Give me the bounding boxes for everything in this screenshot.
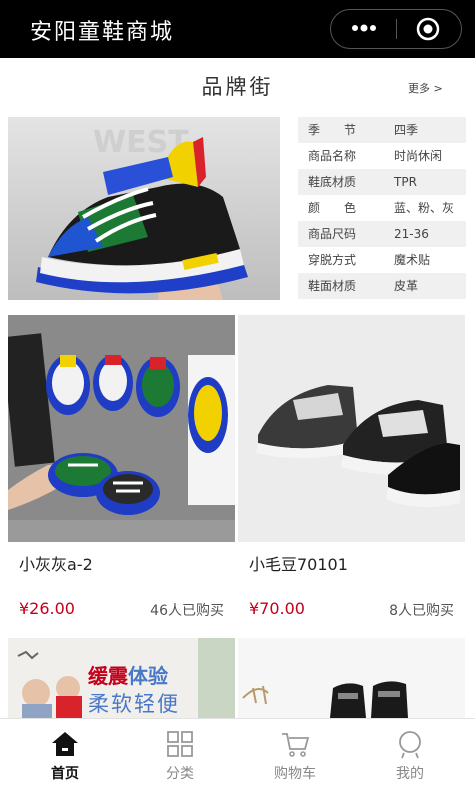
sneaker-photo: WEST xyxy=(8,117,280,300)
product-name[interactable]: 小灰灰a-2 xyxy=(19,551,93,575)
sold-count: 8人已购买 xyxy=(389,603,454,619)
product-photo xyxy=(238,315,465,542)
more-link[interactable]: 更多 > xyxy=(408,80,443,96)
spec-row: 颜 色 蓝、粉、灰 xyxy=(298,195,466,221)
bottom-tab-bar: 首页 分类 购物车 我的 xyxy=(0,718,475,791)
tab-label: 购物车 xyxy=(274,766,316,782)
spec-label: 商品名称 xyxy=(308,149,357,163)
app-title: 安阳童鞋商城 xyxy=(30,20,175,45)
promo-line1: 缓震体验 xyxy=(88,660,168,689)
mini-program-capsule xyxy=(330,9,462,49)
spec-label: 鞋面材质 xyxy=(308,279,357,293)
product-name[interactable]: 小毛豆70101 xyxy=(249,551,348,575)
promo-banner[interactable]: 缓震体验 柔软轻便 xyxy=(8,638,235,718)
tab-label: 首页 xyxy=(51,766,79,782)
profile-icon xyxy=(399,731,421,759)
spec-row: 季 节 四季 xyxy=(298,117,466,143)
spec-row: 鞋底材质 TPR xyxy=(298,169,466,195)
spec-value: 魔术贴 xyxy=(394,253,431,267)
spec-value: 蓝、粉、灰 xyxy=(394,201,455,215)
promo-line2: 柔软轻便 xyxy=(88,692,180,716)
spec-row: 穿脱方式 魔术贴 xyxy=(298,247,466,273)
product-price: ¥70.00 xyxy=(249,599,305,618)
spec-label: 穿脱方式 xyxy=(308,253,357,267)
spec-value: 四季 xyxy=(394,123,419,137)
spec-row: 商品名称 时尚休闲 xyxy=(298,143,466,169)
spec-table: 季 节 四季 商品名称 时尚休闲 鞋底材质 TPR 颜 色 蓝、粉、灰 商品尺码 21-3… xyxy=(298,117,466,301)
spec-value: 21-36 xyxy=(394,227,429,241)
product-image[interactable] xyxy=(238,315,465,542)
product-photo xyxy=(8,315,235,542)
product-photo xyxy=(238,638,465,718)
spec-value: TPR xyxy=(394,175,417,189)
target-circle-icon xyxy=(416,17,440,41)
close-mini-program-button[interactable] xyxy=(397,10,460,47)
promo-line1-b: 体验 xyxy=(128,664,168,688)
section-title: 品牌街 xyxy=(201,75,274,99)
tab-profile[interactable]: 我的 xyxy=(351,719,469,791)
more-dots-icon xyxy=(352,24,376,32)
tab-label: 分类 xyxy=(166,766,194,782)
tab-category[interactable]: 分类 xyxy=(121,719,239,791)
spec-label: 颜 色 xyxy=(308,201,357,215)
spec-value: 时尚休闲 xyxy=(394,149,443,163)
product-card[interactable]: 小灰灰a-2 ¥26.00 46人已购买 xyxy=(8,315,235,635)
product-card[interactable]: 小毛豆70101 ¥70.00 8人已购买 xyxy=(238,315,465,635)
spec-label: 商品尺码 xyxy=(308,227,357,241)
top-navbar: 安阳童鞋商城 xyxy=(0,0,475,58)
sold-count: 46人已购买 xyxy=(150,603,224,619)
product-image[interactable] xyxy=(8,315,235,542)
spec-row: 商品尺码 21-36 xyxy=(298,221,466,247)
cart-icon xyxy=(282,733,310,757)
home-icon xyxy=(52,732,78,756)
tab-cart[interactable]: 购物车 xyxy=(236,719,354,791)
product-image[interactable] xyxy=(238,638,465,718)
spec-label: 季 节 xyxy=(308,123,357,137)
more-menu-button[interactable] xyxy=(331,10,397,47)
spec-label: 鞋底材质 xyxy=(308,175,357,189)
spec-row: 鞋面材质 皮革 xyxy=(298,273,466,299)
featured-product-image[interactable]: WEST xyxy=(8,117,280,300)
product-price: ¥26.00 xyxy=(19,599,75,618)
spec-value: 皮革 xyxy=(394,279,419,293)
tab-label: 我的 xyxy=(396,766,424,782)
promo-line1-a: 缓震 xyxy=(88,664,128,688)
tab-home[interactable]: 首页 xyxy=(6,719,124,791)
category-grid-icon xyxy=(167,731,193,757)
brand-street-header: 品牌街 更多 > xyxy=(0,58,475,110)
